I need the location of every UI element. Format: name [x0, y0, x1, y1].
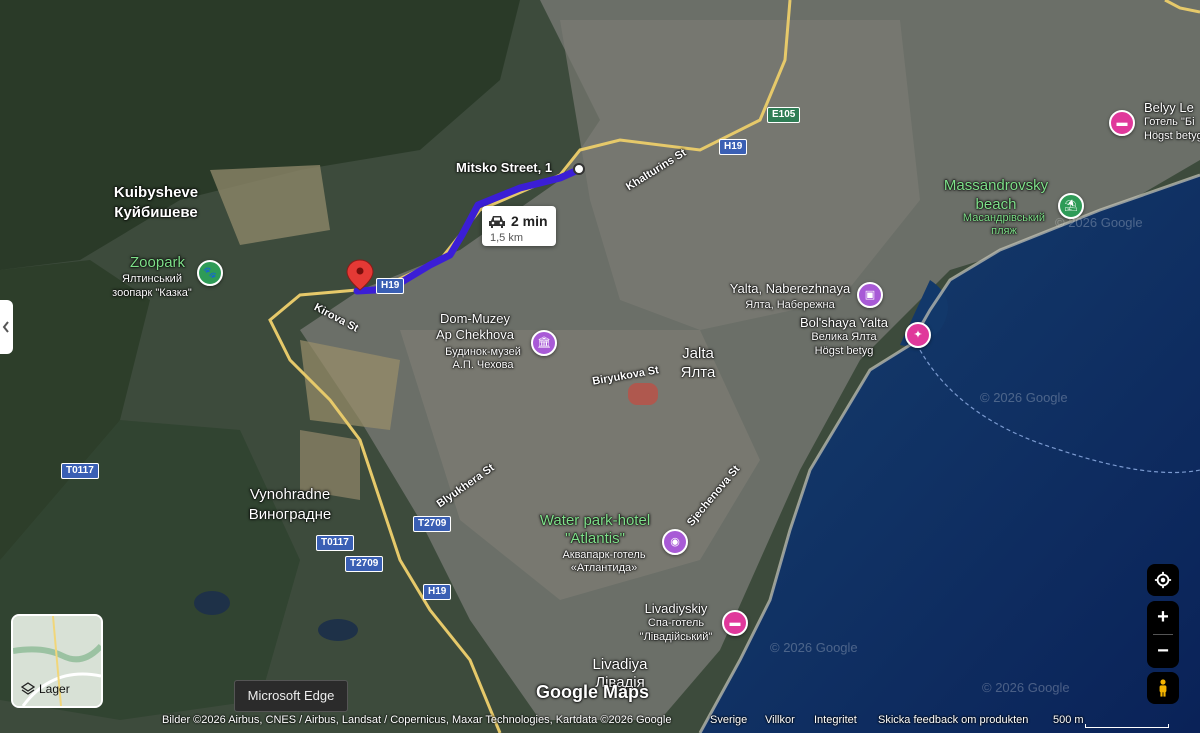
hotel-pin-icon[interactable]: ✦ — [905, 322, 931, 348]
my-location-button[interactable] — [1147, 564, 1179, 596]
place-massandrovsky-beach-ua: Масандрівський пляж — [962, 212, 1046, 237]
route-origin-label[interactable]: Mitsko Street, 1 — [456, 160, 552, 175]
route-distance: 1,5 km — [490, 232, 524, 244]
road-shield-t2709: T2709 — [345, 556, 384, 572]
place-chekhov-museum[interactable]: Dom-Muzey Ap Chekhova — [436, 311, 514, 343]
zoom-out-button[interactable]: − — [1157, 635, 1169, 668]
road-shield-t0117: T0117 — [61, 463, 99, 479]
place-naberezhnaya[interactable]: Yalta, Naberezhnaya Ялта, Набережна — [730, 281, 850, 313]
route-origin-marker — [573, 163, 585, 175]
side-panel-toggle[interactable] — [0, 300, 13, 354]
place-livadiyskiy[interactable]: Livadiyskiy Спа-готель "Лівадійський" — [640, 602, 713, 644]
zoom-controls: + − — [1147, 601, 1179, 668]
road-shield-h19: H19 — [719, 139, 748, 155]
privacy-link[interactable]: Integritet — [814, 714, 857, 726]
scale-label[interactable]: 500 m — [1053, 714, 1084, 726]
car-icon — [489, 216, 505, 228]
place-chekhov-museum-ua: Будинок-музей А.П. Чехова — [445, 346, 521, 371]
attraction-pin-icon[interactable]: ▣ — [857, 282, 883, 308]
map-watermark: © 2026 Google — [982, 680, 1070, 695]
road-shield-t2709: T2709 — [413, 516, 452, 532]
attribution-text: Bilder ©2026 Airbus, CNES / Airbus, Land… — [162, 714, 672, 726]
map-watermark: © 2026 Google — [770, 640, 858, 655]
map-watermark: © 2026 Google — [1055, 215, 1143, 230]
place-massandrovsky-beach[interactable]: Massandrovsky beach — [944, 176, 1048, 214]
chevron-left-icon — [2, 321, 9, 333]
feedback-link[interactable]: Skicka feedback om produkten — [878, 714, 1028, 726]
layers-icon — [21, 682, 35, 695]
hotel-pin-icon[interactable]: ▬ — [722, 610, 748, 636]
zoo-pin-icon[interactable]: 🐾 — [197, 260, 223, 286]
museum-pin-icon[interactable]: 🏛 — [531, 330, 557, 356]
satellite-map[interactable] — [0, 0, 1200, 733]
place-water-park-atlantis-ua: Аквапарк-готель «Атлантида» — [562, 549, 646, 574]
scale-bar — [1085, 724, 1169, 728]
country-link[interactable]: Sverige — [710, 714, 747, 726]
place-vynohradne[interactable]: Vynohradne Виноградне — [249, 485, 332, 525]
waterpark-pin-icon[interactable]: ◉ — [662, 529, 688, 555]
layers-button[interactable]: Lager — [11, 614, 103, 708]
road-shield-e105: E105 — [767, 107, 801, 123]
road-shield-t0117: T0117 — [316, 535, 354, 551]
place-jalta[interactable]: Jalta Ялта — [681, 344, 716, 382]
hotel-pin-icon[interactable]: ▬ — [1109, 110, 1135, 136]
place-belyy-lebed[interactable]: Belyy Le Готель "Бі Högst betyg — [1144, 101, 1200, 143]
place-zoopark[interactable]: Zoopark — [130, 254, 185, 271]
route-time: 2 min — [511, 213, 548, 229]
road-shield-h19: H19 — [376, 278, 405, 294]
location-target-icon — [1154, 571, 1172, 589]
layers-label: Lager — [39, 682, 70, 696]
place-kuibysheve[interactable]: Kuibysheve Куйбишеве — [114, 183, 198, 223]
place-bolshaya-yalta[interactable]: Bol'shaya Yalta Велика Ялта Högst betyg — [800, 316, 888, 358]
google-maps-logo: Google Maps — [536, 682, 650, 702]
map-watermark: © 2026 Google — [980, 390, 1068, 405]
attribution-bar: Bilder ©2026 Airbus, CNES / Airbus, Land… — [0, 711, 1200, 733]
place-water-park-atlantis[interactable]: Water park-hotel "Atlantis" — [540, 512, 650, 548]
terms-link[interactable]: Villkor — [765, 714, 795, 726]
road-shield-h19: H19 — [423, 584, 452, 600]
street-view-pegman-button[interactable] — [1147, 672, 1179, 704]
place-zoopark-ua: Ялтинський зоопарк "Казка" — [112, 273, 192, 299]
pegman-icon — [1159, 679, 1167, 697]
zoom-in-button[interactable]: + — [1157, 601, 1169, 634]
route-info-card[interactable]: 2 min 1,5 km — [482, 206, 556, 246]
taskbar-tooltip: Microsoft Edge — [234, 680, 348, 712]
